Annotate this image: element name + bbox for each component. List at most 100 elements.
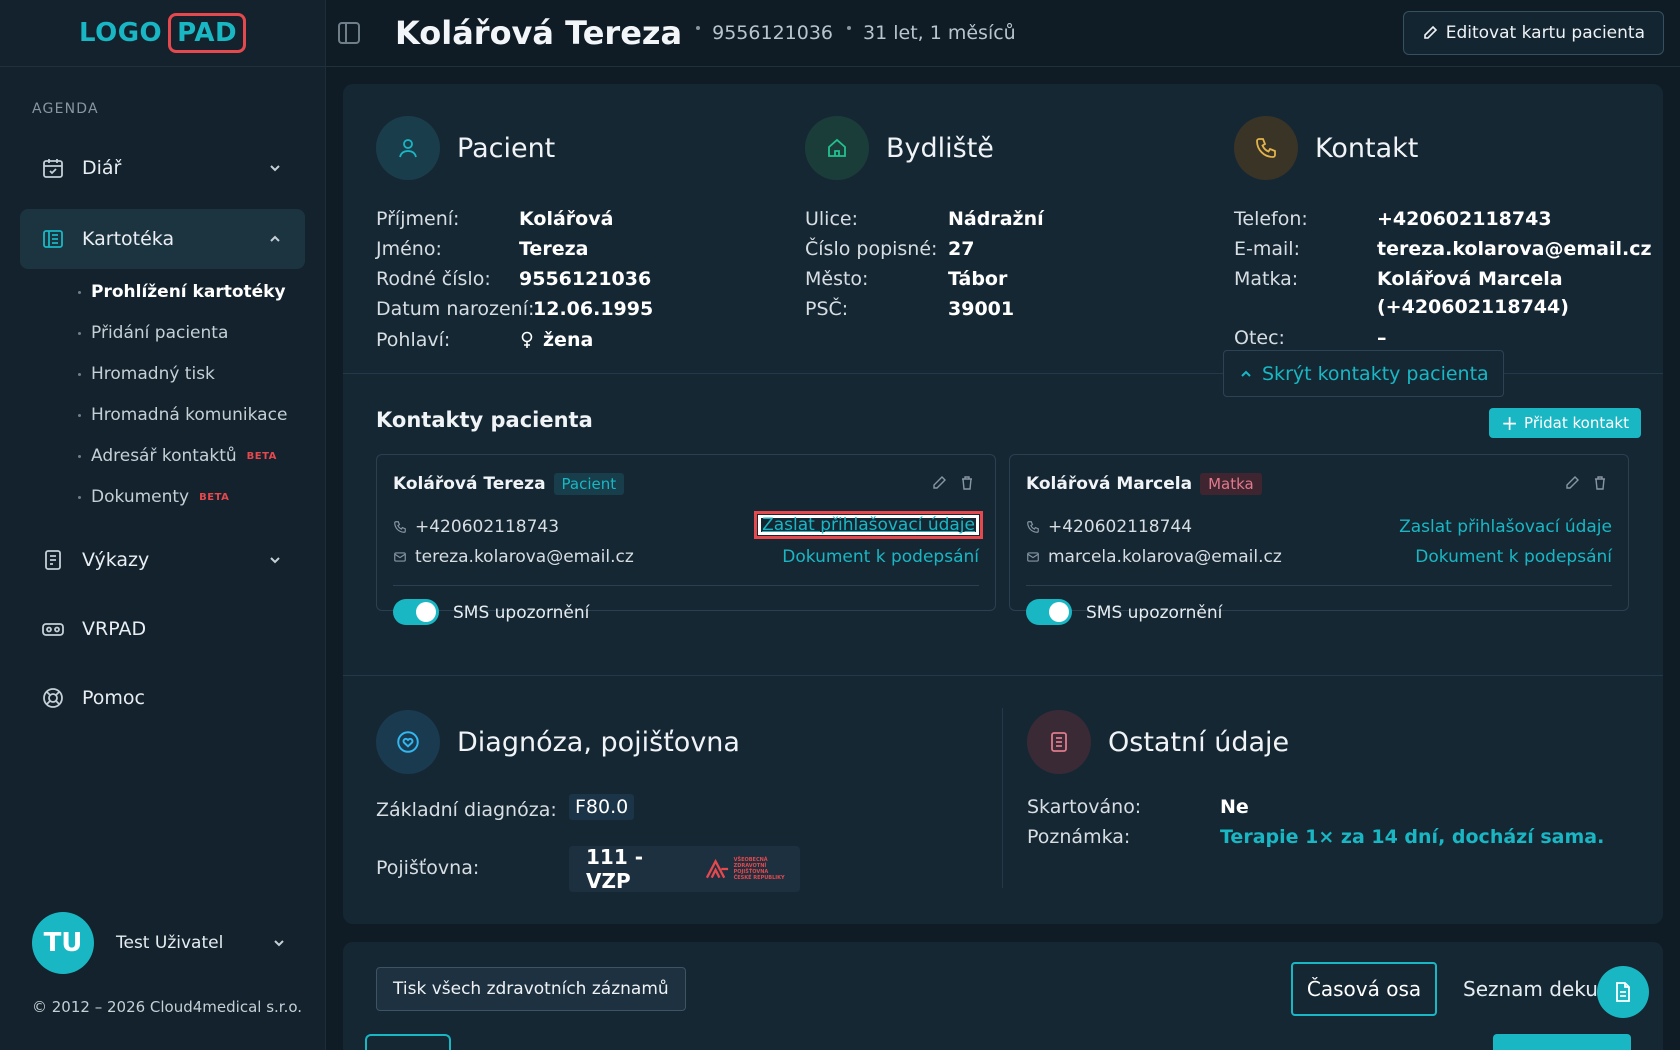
sms-label: SMS upozornění: [1086, 603, 1223, 623]
section-title: Kontakt: [1315, 132, 1419, 164]
sub-label: Adresář kontaktů: [91, 446, 237, 466]
print-all-records-button[interactable]: Tisk všech zdravotních záznamů: [376, 967, 686, 1011]
logo[interactable]: LOGO PAD: [78, 13, 247, 53]
sidebar-item-vykazy[interactable]: Výkazy: [20, 530, 305, 590]
sub-label: Přidání pacienta: [91, 323, 229, 343]
field-jmeno: Jméno: Tereza: [376, 238, 589, 260]
beta-badge: BETA: [199, 491, 230, 503]
hide-contacts-button[interactable]: Skrýt kontakty pacienta: [1223, 350, 1504, 397]
records-toolbar: Tisk všech zdravotních záznamů Časová os…: [343, 942, 1663, 1050]
divider: [343, 675, 1663, 676]
chevron-up-icon: [1241, 370, 1251, 377]
contact-phone: +420602118743: [415, 517, 560, 537]
other-section: Ostatní údaje: [1027, 710, 1289, 774]
pencil-icon[interactable]: [1564, 475, 1580, 491]
sidebar-item-diar[interactable]: Diář: [20, 138, 305, 198]
pencil-icon[interactable]: [931, 475, 947, 491]
gender-value: žena: [543, 329, 594, 351]
timeline-button[interactable]: Časová osa: [1291, 962, 1437, 1016]
field-telefon: Telefon: +420602118743: [1234, 208, 1552, 230]
sms-toggle[interactable]: [1026, 599, 1072, 625]
sub-label: Prohlížení kartotéky: [91, 282, 286, 302]
heart-icon: [376, 710, 440, 774]
sidebar-item-vrpad[interactable]: VRPAD: [20, 599, 305, 659]
sidebar-sub-hromadny-tisk[interactable]: Hromadný tisk: [78, 364, 215, 384]
field-psc: PSČ: 39001: [805, 298, 1015, 320]
edit-patient-button[interactable]: Editovat kartu pacienta: [1402, 11, 1664, 55]
sub-label: Hromadný tisk: [91, 364, 215, 384]
trash-icon[interactable]: [1592, 475, 1608, 491]
contact-phone: +420602118744: [1048, 517, 1193, 537]
insurance-value: 111 - VZP: [586, 845, 644, 893]
contact-email: marcela.kolarova@email.cz: [1048, 547, 1282, 567]
notes-fab-button[interactable]: [1597, 966, 1649, 1018]
field-cislo-popisne: Číslo popisné: 27: [805, 238, 975, 260]
user-menu[interactable]: TU Test Uživatel: [32, 912, 287, 974]
contact-card-patient: Kolářová Tereza Pacient +420602118743 ter…: [376, 454, 996, 625]
document-icon: [1027, 710, 1091, 774]
logo-text-boxed: PAD: [168, 13, 247, 53]
send-credentials-link[interactable]: Zaslat přihlašovací údaje: [754, 511, 983, 539]
sidebar-toggle-icon[interactable]: [338, 22, 360, 44]
field-otec: Otec: –: [1234, 327, 1387, 349]
contact-tag: Matka: [1200, 473, 1262, 495]
sub-label: Dokumenty: [91, 487, 190, 507]
sidebar-item-pomoc[interactable]: Pomoc: [20, 668, 305, 728]
plus-icon: +: [1501, 411, 1519, 435]
sidebar-sub-adresar[interactable]: Adresář kontaktů BETA: [78, 446, 277, 466]
beta-badge: BETA: [246, 450, 277, 462]
sign-document-link[interactable]: Dokument k podepsání: [782, 547, 979, 567]
vzp-logo: VŠEOBECNÁ ZDRAVOTNÍ POJIŠŤOVNA ČESKÉ REPUB…: [705, 857, 800, 881]
field-datum-narozeni: Datum narození: 12.06.1995: [376, 298, 654, 320]
field-matka: Matka: Kolářová Marcela: [1234, 268, 1563, 290]
mail-icon: [1027, 552, 1039, 562]
vr-headset-icon: [40, 616, 66, 642]
sidebar-sub-hromadna-komunikace[interactable]: Hromadná komunikace: [78, 405, 287, 425]
contact-name: Kolářová Marcela: [1026, 474, 1193, 494]
sms-label: SMS upozornění: [453, 603, 590, 623]
chevron-down-icon: [270, 165, 280, 172]
sidebar-item-kartoteka[interactable]: Kartotéka: [20, 209, 305, 269]
contact-card-mother: Kolářová Marcela Matka +420602118744 marc…: [1009, 454, 1629, 625]
sign-document-link[interactable]: Dokument k podepsání: [1415, 547, 1612, 567]
sidebar-sub-dokumenty[interactable]: Dokumenty BETA: [78, 487, 229, 507]
divider-vertical: [1002, 708, 1003, 888]
patient-card: Pacient Příjmení: Kolářová Jméno: Tereza R…: [343, 84, 1663, 924]
contact-section: Kontakt: [1234, 116, 1418, 180]
sub-label: Hromadná komunikace: [91, 405, 288, 425]
page-header: Kolářová Tereza 9556121036 31 let, 1 měs…: [326, 0, 1680, 67]
lifebuoy-icon: [40, 685, 66, 711]
sidebar-sub-pridani[interactable]: Přidání pacienta: [78, 323, 228, 343]
female-icon: [521, 331, 533, 348]
patient-age: 31 let, 1 měsíců: [863, 22, 1016, 44]
add-contact-label: Přidat kontakt: [1524, 414, 1629, 432]
field-rodne-cislo: Rodné číslo: 9556121036: [376, 268, 652, 290]
field-pojistovna-label: Pojišťovna:: [376, 857, 480, 879]
trash-icon[interactable]: [959, 475, 975, 491]
sidebar-item-label: VRPAD: [82, 618, 147, 640]
add-contact-button[interactable]: + Přidat kontakt: [1489, 408, 1641, 438]
sms-toggle[interactable]: [393, 599, 439, 625]
edit-label: Editovat kartu pacienta: [1445, 23, 1645, 43]
field-prijmeni: Příjmení: Kolářová: [376, 208, 614, 230]
add-record-button[interactable]: [1493, 1034, 1631, 1050]
diagnosis-section: Diagnóza, pojišťovna: [376, 710, 740, 774]
phone-icon: [394, 521, 406, 533]
send-credentials-link[interactable]: Zaslat přihlašovací údaje: [1399, 517, 1612, 537]
diagnosis-code: F80.0: [569, 794, 635, 820]
sidebar: LOGO PAD AGENDA Diář Kartotéka Prohlížen…: [0, 0, 326, 1050]
sidebar-sub-prohlizeni[interactable]: Prohlížení kartotéky: [78, 282, 286, 302]
sidebar-item-label: Diář: [82, 157, 122, 179]
chevron-down-icon: [274, 940, 284, 947]
user-icon: [376, 116, 440, 180]
contact-name: Kolářová Tereza: [393, 474, 546, 494]
header-age: 31 let, 1 měsíců: [847, 22, 1016, 44]
field-diagnoza: Základní diagnóza: F80.0: [376, 794, 635, 821]
pencil-icon: [1423, 25, 1437, 39]
header-id: 9556121036: [696, 22, 833, 44]
phone-icon: [1027, 521, 1039, 533]
logo-text: LOGO: [78, 18, 163, 48]
section-title: Bydliště: [886, 132, 994, 164]
field-email: E-mail: tereza.kolarova@email.cz: [1234, 238, 1652, 260]
tab-active[interactable]: [365, 1034, 451, 1050]
